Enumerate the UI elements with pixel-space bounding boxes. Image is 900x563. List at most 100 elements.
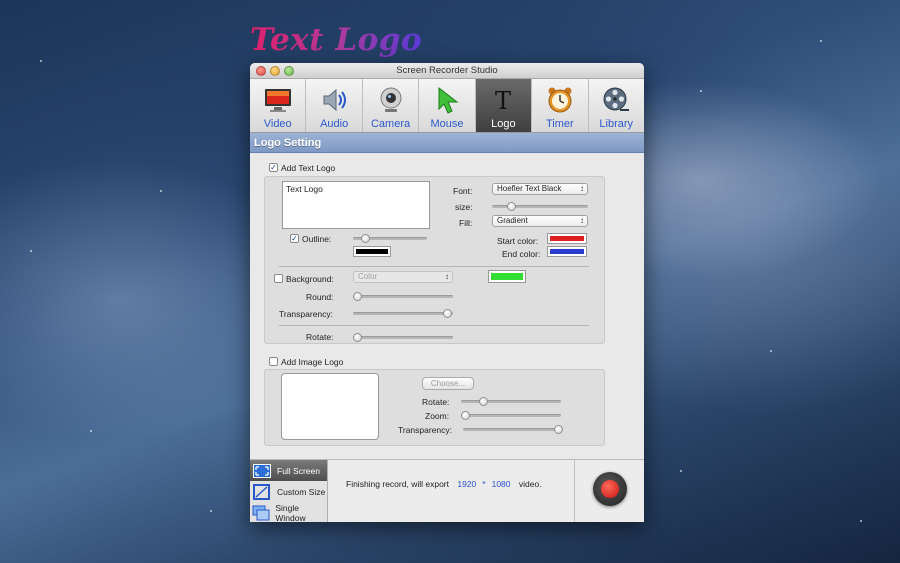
round-slider[interactable] (353, 292, 453, 301)
tab-timer[interactable]: Timer (532, 79, 589, 132)
tab-logo-label: Logo (491, 118, 516, 130)
mode-single-window-label: Single Window (275, 502, 306, 523)
tab-camera-label: Camera (370, 118, 411, 130)
tab-mouse-label: Mouse (430, 118, 464, 130)
tab-video-label: Video (263, 118, 292, 130)
rotate-slider[interactable] (353, 333, 453, 342)
image-zoom-slider[interactable] (461, 411, 561, 420)
add-image-logo-checkbox[interactable] (269, 357, 278, 366)
add-text-logo-label: Add Text Logo (281, 163, 336, 173)
choose-image-button[interactable]: Choose... (422, 377, 474, 390)
export-width: 1920 (457, 479, 477, 489)
rotate-label: Rotate: (306, 332, 334, 342)
tab-camera[interactable]: Camera (363, 79, 420, 132)
outline-color-well[interactable] (353, 246, 391, 257)
image-preview-well[interactable] (281, 373, 379, 440)
desktop-text-logo-overlay: Text Logo (250, 22, 423, 58)
start-color-well[interactable] (547, 233, 587, 244)
image-zoom-slider-knob[interactable] (461, 411, 470, 420)
image-rotate-label: Rotate: (422, 397, 450, 407)
outline-color-swatch (356, 249, 388, 254)
outline-width-slider-knob[interactable] (361, 234, 370, 243)
outline-checkbox[interactable]: ✓ (290, 234, 299, 243)
mode-full-screen[interactable]: Full Screen (250, 460, 327, 481)
section-header: Logo Setting (250, 133, 644, 153)
fill-select[interactable]: Gradient (492, 215, 588, 227)
divider (279, 266, 589, 267)
mode-full-screen-label: Full Screen (277, 465, 320, 476)
outline-width-slider[interactable] (353, 234, 427, 243)
tab-timer-label: Timer (545, 118, 574, 130)
image-zoom-label: Zoom: (425, 411, 450, 421)
size-slider-knob[interactable] (507, 202, 516, 211)
tab-audio[interactable]: Audio (306, 79, 363, 132)
window-title: Screen Recorder Studio (396, 65, 498, 76)
status-prefix: Finishing record, will export (346, 479, 449, 489)
end-color-well[interactable] (547, 246, 587, 257)
transparency-slider-knob[interactable] (443, 309, 452, 318)
logo-settings-panel: ✓ Add Text Logo Text Logo Font: Hoefler … (250, 153, 644, 459)
minimize-window-button[interactable] (270, 66, 280, 76)
size-slider[interactable] (492, 202, 588, 211)
camera-icon (376, 85, 406, 115)
divider (279, 325, 589, 326)
logo-text-input[interactable]: Text Logo (282, 181, 430, 229)
single-window-icon (252, 505, 270, 521)
status-suffix: video. (518, 479, 542, 489)
main-toolbar: Video Audio Camera Mouse T Logo Timer Li… (250, 79, 644, 133)
full-screen-icon (252, 463, 272, 479)
background-select[interactable]: Color (353, 271, 453, 283)
video-icon (263, 85, 293, 115)
dimension-separator: * (482, 479, 486, 489)
title-bar: Screen Recorder Studio (250, 63, 644, 79)
end-color-label: End color: (502, 249, 541, 259)
record-button[interactable] (593, 472, 627, 506)
svg-text:T: T (495, 87, 511, 114)
bottom-bar: Full Screen Custom Size Single Window Fi… (250, 459, 644, 522)
transparency-slider[interactable] (353, 309, 453, 318)
tab-mouse[interactable]: Mouse (419, 79, 476, 132)
mode-custom-size[interactable]: Custom Size (250, 481, 327, 502)
add-text-logo-checkbox[interactable]: ✓ (269, 163, 278, 172)
image-logo-group: Choose... Rotate: Zoom: Transparency: (264, 369, 605, 446)
export-status: Finishing record, will export 1920 * 1080 … (346, 479, 542, 489)
round-slider-knob[interactable] (353, 292, 362, 301)
start-color-swatch (550, 236, 584, 241)
font-select[interactable]: Hoefler Text Black (492, 183, 588, 195)
tab-library-label: Library (599, 118, 634, 130)
capture-mode-list: Full Screen Custom Size Single Window (250, 460, 328, 522)
fill-label: Fill: (459, 218, 473, 228)
rotate-slider-knob[interactable] (353, 333, 362, 342)
mode-single-window[interactable]: Single Window (250, 502, 327, 522)
image-transparency-slider[interactable] (463, 425, 563, 434)
image-rotate-slider[interactable] (461, 397, 561, 406)
background-checkbox[interactable] (274, 274, 283, 283)
mode-custom-size-label: Custom Size (277, 486, 326, 497)
image-rotate-slider-knob[interactable] (479, 397, 488, 406)
alarm-clock-icon (545, 85, 575, 115)
outline-label: Outline: (302, 234, 332, 244)
logo-t-icon: T (488, 85, 518, 115)
tab-video[interactable]: Video (250, 79, 307, 132)
image-transparency-label: Transparency: (398, 425, 453, 435)
tab-logo[interactable]: T Logo (475, 79, 533, 132)
start-color-label: Start color: (497, 236, 539, 246)
tab-library[interactable]: Library (589, 79, 644, 132)
end-color-swatch (550, 249, 584, 254)
transparency-label: Transparency: (279, 309, 334, 319)
tab-audio-label: Audio (320, 118, 349, 130)
zoom-window-button[interactable] (284, 66, 294, 76)
window-controls (256, 66, 294, 76)
background-color-swatch (491, 273, 523, 280)
text-logo-group: Text Logo Font: Hoefler Text Black size:… (264, 176, 605, 344)
mouse-cursor-icon (432, 85, 462, 115)
font-label: Font: (453, 186, 473, 196)
background-color-well[interactable] (488, 270, 526, 283)
film-reel-icon (601, 85, 631, 115)
custom-size-icon (252, 483, 272, 500)
record-area (574, 460, 644, 522)
audio-icon (319, 85, 349, 115)
background-label: Background: (286, 274, 334, 284)
close-window-button[interactable] (256, 66, 266, 76)
image-transparency-slider-knob[interactable] (554, 425, 563, 434)
